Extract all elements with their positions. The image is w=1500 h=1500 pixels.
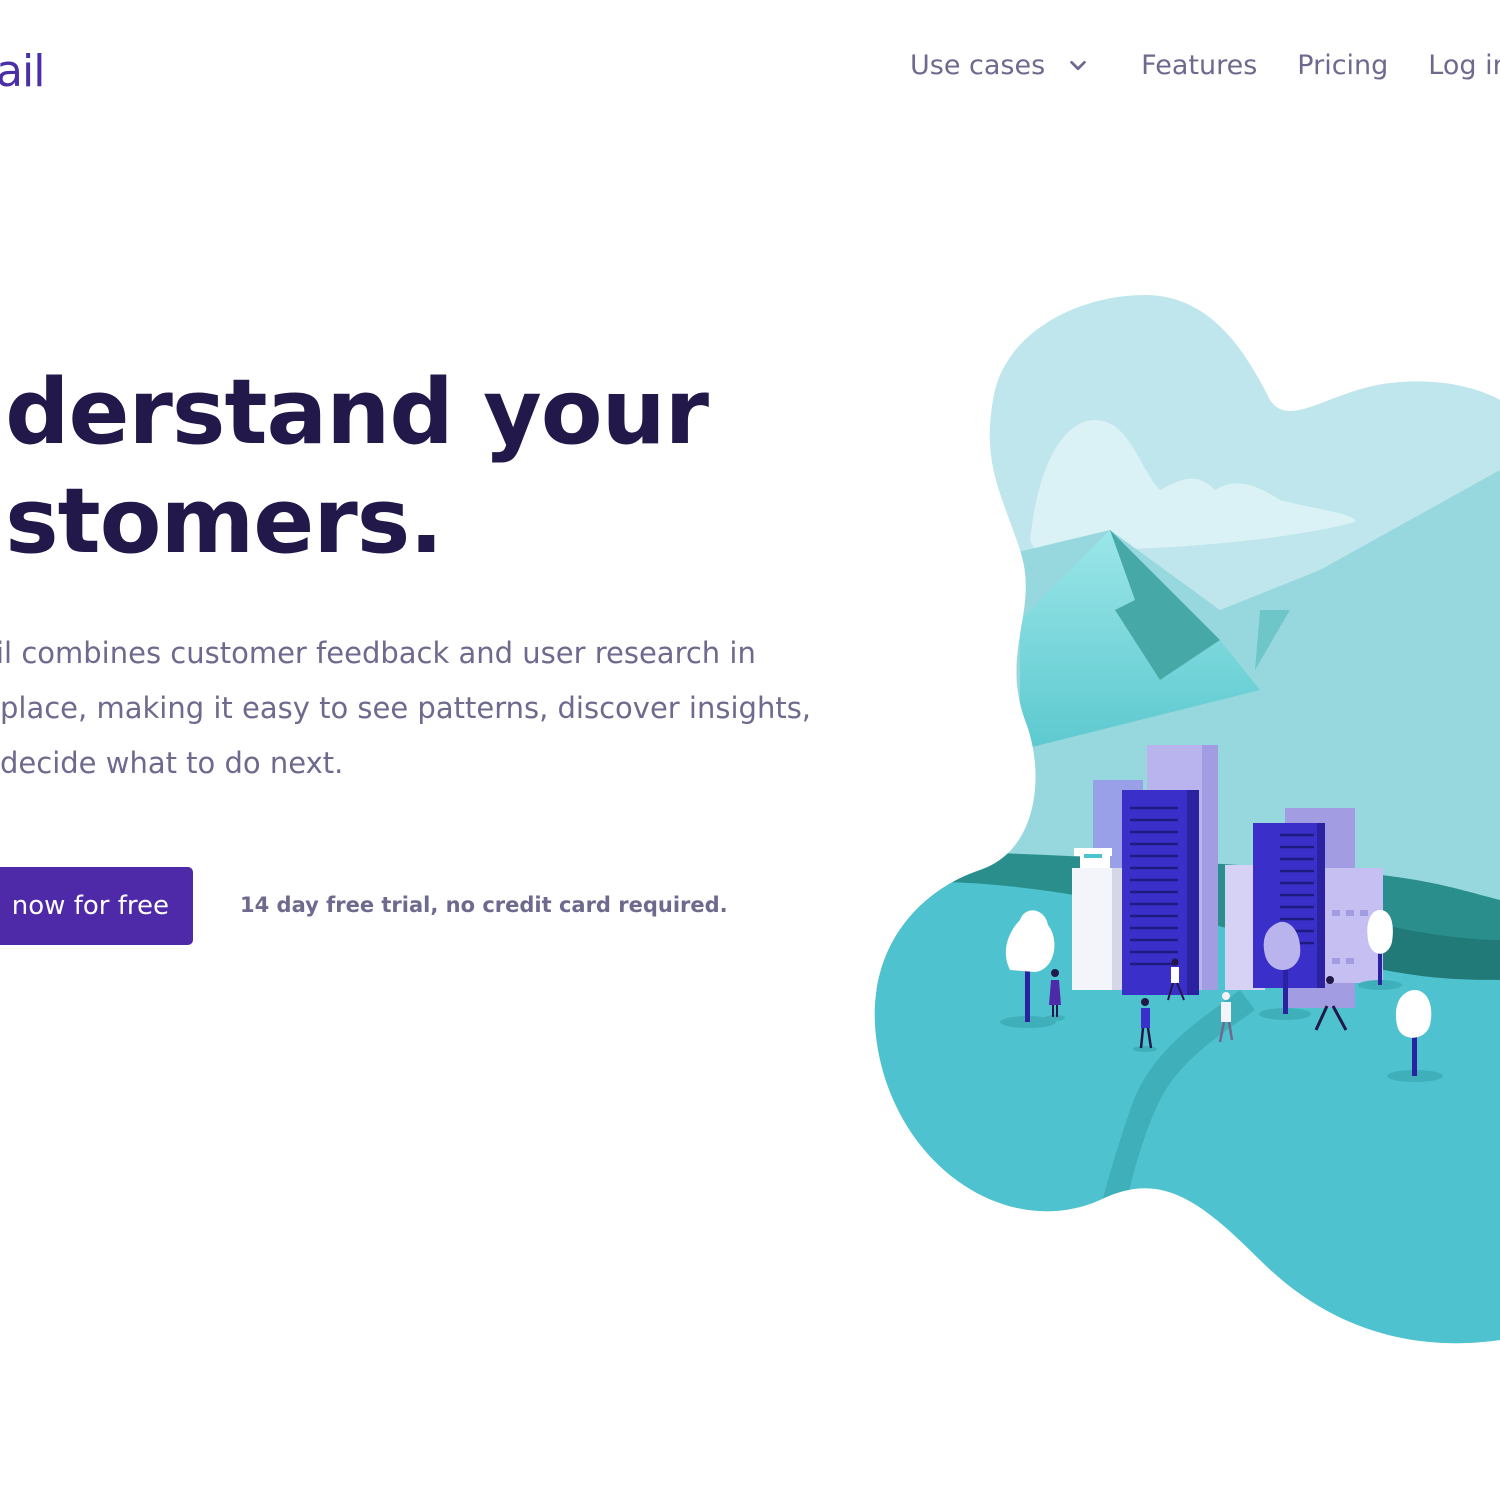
nav-login-label: Log in [1428, 50, 1500, 81]
hero-title-line-2: ustomers. [0, 469, 443, 574]
brand-logo-text: ail [0, 46, 45, 97]
hero-title-line-1: nderstand your [0, 360, 709, 465]
city-illustration [874, 295, 1500, 1344]
main-nav: Use cases Features Pricing Log in [910, 50, 1500, 81]
nav-features[interactable]: Features [1141, 50, 1257, 81]
nav-pricing[interactable]: Pricing [1297, 50, 1388, 81]
chevron-down-icon [1070, 60, 1086, 70]
hero-description-line-2: place, making it easy to see patterns, d… [0, 691, 812, 725]
landing-page: ail Use cases Features Pricing Log in nd… [0, 0, 1500, 1500]
hero-description-line-1: etail combines customer feedback and use… [0, 636, 756, 670]
cta-button[interactable]: now for free [0, 867, 193, 945]
nav-login[interactable]: Log in [1428, 50, 1500, 81]
nav-use-cases[interactable]: Use cases [910, 50, 1089, 81]
brand-logo[interactable]: ail [0, 46, 45, 97]
trial-note: 14 day free trial, no credit card requir… [240, 893, 728, 917]
hero-description: etail combines customer feedback and use… [0, 626, 829, 791]
hero-title: nderstand your ustomers. [0, 358, 709, 576]
nav-features-label: Features [1141, 50, 1258, 81]
cta-button-label: now for free [11, 891, 169, 921]
nav-use-cases-label: Use cases [910, 50, 1046, 81]
nav-pricing-label: Pricing [1297, 50, 1389, 81]
hero-description-line-3: decide what to do next. [0, 746, 344, 780]
